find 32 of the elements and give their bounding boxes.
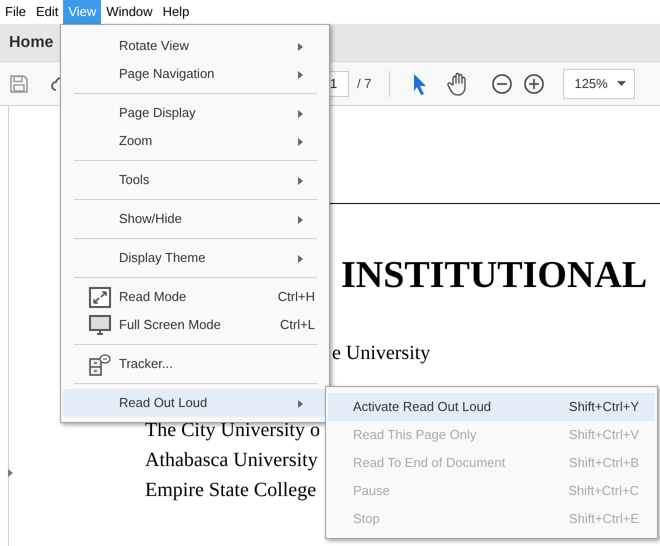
- expand-icon: [89, 287, 111, 308]
- select-pointer-icon[interactable]: [412, 72, 428, 94]
- expand-panel-icon[interactable]: [8, 468, 14, 478]
- caret-icon: [617, 81, 626, 86]
- menu-item[interactable]: Display Theme: [63, 244, 327, 272]
- submenu-item[interactable]: Activate Read Out Loud Shift+Ctrl+Y: [328, 393, 655, 421]
- menu-item[interactable]: Rotate View: [63, 32, 327, 60]
- menu-item[interactable]: File: [0, 0, 31, 24]
- zoom-in-icon[interactable]: [523, 72, 546, 94]
- menu-item[interactable]: Read Out Loud: [63, 389, 327, 417]
- menu-item[interactable]: Zoom: [63, 127, 327, 155]
- document-line: Athabasca University: [145, 448, 318, 472]
- home-tab[interactable]: Home: [9, 30, 54, 54]
- menu-item[interactable]: Full Screen Mode Ctrl+L: [63, 311, 327, 339]
- menu-item[interactable]: Read Mode Ctrl+H: [63, 283, 327, 311]
- document-line: e University: [332, 341, 430, 365]
- save-icon[interactable]: [9, 74, 29, 94]
- menu-item[interactable]: Page Display: [63, 99, 327, 127]
- zoom-out-icon[interactable]: [491, 72, 514, 94]
- menu-item[interactable]: Window: [101, 0, 158, 24]
- monitor-icon: [89, 315, 111, 336]
- menu-item[interactable]: Help: [158, 0, 194, 24]
- document-line: Empire State College: [145, 478, 316, 502]
- menu-item[interactable]: Tools: [63, 166, 327, 194]
- zoom-dropdown[interactable]: 125%: [563, 68, 636, 98]
- menu-item[interactable]: Edit: [30, 0, 64, 24]
- page-count: / 7: [357, 74, 372, 93]
- menu-item[interactable]: Show/Hide: [63, 205, 327, 233]
- tracker-icon: [89, 354, 111, 376]
- document-line: The City University o: [145, 418, 320, 442]
- document-heading: INSTITUTIONAL: [341, 256, 648, 294]
- menu-item[interactable]: Tracker...: [63, 350, 327, 378]
